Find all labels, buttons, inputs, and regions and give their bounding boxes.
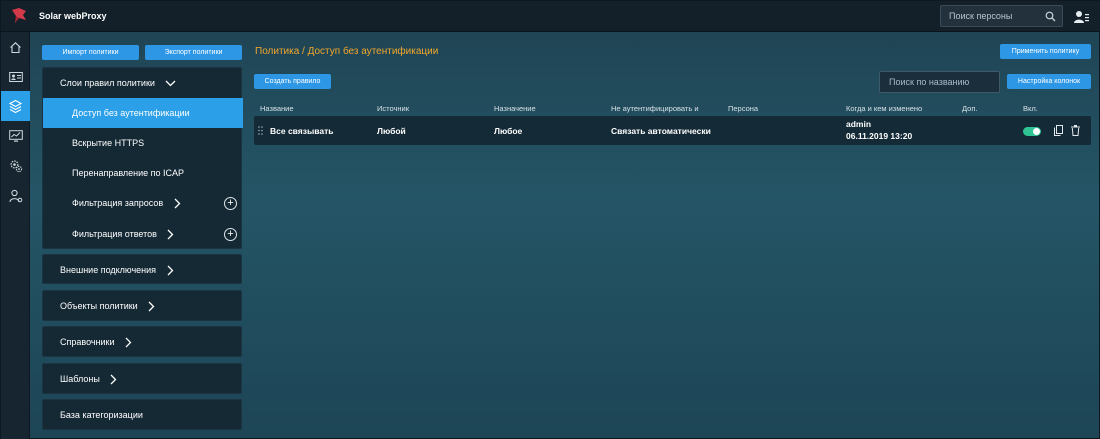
import-policy-button[interactable]: Импорт политики (42, 45, 139, 60)
gears-icon (9, 160, 22, 173)
rule-source: Любой (377, 126, 406, 136)
table-row[interactable]: Все связывать Любой Любое Связать автома… (254, 116, 1091, 145)
nav-rail (1, 32, 30, 439)
layers-header[interactable]: Слои правил политики (43, 68, 243, 98)
delete-icon[interactable] (1071, 125, 1080, 136)
rule-changed-by: admin (846, 119, 872, 129)
home-icon (10, 41, 21, 53)
monitor-chart-icon (8, 129, 23, 142)
app-title: Solar webProxy (39, 11, 107, 21)
column-header-name[interactable]: Название (260, 104, 294, 113)
app-window: Solar webProxy Поиск персоны Импорт поли… (0, 0, 1100, 439)
layer-item-https[interactable]: Вскрытие HTTPS (43, 128, 243, 158)
section-label: База категоризации (60, 410, 143, 420)
user-settings-icon (8, 189, 22, 203)
rule-destination: Любое (494, 126, 523, 136)
rail-persons[interactable] (1, 62, 30, 92)
export-policy-button[interactable]: Экспорт политики (145, 45, 242, 60)
rule-changed-at: 06.11.2019 13:20 (846, 131, 913, 141)
top-bar: Solar webProxy Поиск персоны (1, 1, 1100, 32)
column-header-persona[interactable]: Персона (728, 104, 758, 113)
rule-search-placeholder: Поиск по названию (889, 77, 970, 87)
app-logo-icon (12, 8, 26, 23)
column-header-extra[interactable]: Доп. (962, 104, 977, 113)
column-header-no-auth[interactable]: Не аутентифицировать и (611, 104, 699, 113)
rail-home[interactable] (1, 32, 30, 62)
layers-header-label: Слои правил политики (60, 78, 155, 88)
rail-settings[interactable] (1, 151, 30, 181)
section-templates[interactable]: Шаблоны (42, 363, 242, 394)
chevron-right-icon (125, 337, 132, 348)
drag-handle-icon[interactable] (258, 126, 263, 135)
search-icon[interactable] (1045, 11, 1056, 22)
layer-item-label: Вскрытие HTTPS (72, 138, 145, 148)
rule-name: Все связывать (270, 126, 334, 136)
person-search-input[interactable]: Поиск персоны (940, 5, 1063, 27)
section-label: Объекты политики (60, 301, 138, 311)
layer-item-icap[interactable]: Перенаправление по ICAP (43, 158, 243, 188)
copy-icon[interactable] (1054, 125, 1063, 136)
chevron-down-icon (165, 80, 176, 87)
section-row: Внешние подключения (43, 255, 243, 285)
add-request-filter-icon[interactable]: + (224, 197, 237, 210)
section-row: Объекты политики (43, 291, 243, 321)
section-label: Внешние подключения (60, 265, 157, 275)
layer-item-request-filter[interactable]: Фильтрация запросов + (43, 188, 243, 218)
layer-item-no-auth[interactable]: Доступ без аутентификации (43, 98, 243, 128)
rail-monitoring[interactable] (1, 121, 30, 151)
user-menu-icon[interactable] (1073, 9, 1089, 25)
layer-item-response-filter[interactable]: Фильтрация ответов + (43, 219, 243, 249)
breadcrumb: Политика / Доступ без аутентификации (255, 46, 439, 57)
chevron-right-icon (148, 301, 155, 312)
section-label: Шаблоны (60, 374, 100, 384)
section-row: База категоризации (43, 400, 243, 430)
create-rule-button[interactable]: Создать правило (254, 74, 331, 89)
chevron-right-icon (167, 265, 173, 276)
layer-item-label: Фильтрация ответов (72, 229, 157, 239)
section-row: Справочники (43, 327, 243, 357)
column-header-source[interactable]: Источник (377, 104, 409, 113)
rule-enabled-toggle[interactable] (1023, 127, 1041, 136)
rule-action: Связать автоматически (611, 126, 711, 136)
section-row: Шаблоны (43, 364, 243, 394)
rail-users[interactable] (1, 181, 30, 211)
chevron-right-icon (110, 374, 117, 385)
section-external-connections[interactable]: Внешние подключения (42, 254, 242, 284)
rule-search-input[interactable]: Поиск по названию (879, 71, 1000, 93)
policy-layers-panel: Слои правил политики Доступ без аутентиф… (42, 67, 243, 249)
id-card-icon (8, 72, 23, 82)
column-header-destination[interactable]: Назначение (494, 104, 536, 113)
section-categorization-db[interactable]: База категоризации (42, 399, 242, 430)
section-policy-objects[interactable]: Объекты политики (42, 290, 242, 321)
chevron-right-icon (167, 229, 174, 240)
layer-item-label: Доступ без аутентификации (72, 108, 190, 118)
person-search-placeholder: Поиск персоны (949, 11, 1013, 21)
apply-policy-button[interactable]: Применить политику (1000, 44, 1091, 59)
column-header-changed[interactable]: Когда и кем изменено (846, 104, 922, 113)
policy-icon (8, 99, 23, 113)
section-directories[interactable]: Справочники (42, 326, 242, 357)
rail-policy[interactable] (1, 91, 30, 121)
chevron-right-icon (174, 198, 181, 209)
add-response-filter-icon[interactable]: + (224, 228, 237, 241)
column-header-enabled[interactable]: Вкл. (1023, 104, 1038, 113)
column-settings-button[interactable]: Настройка колонок (1007, 74, 1091, 89)
layer-item-label: Перенаправление по ICAP (72, 168, 185, 178)
section-label: Справочники (60, 337, 115, 347)
layer-item-label: Фильтрация запросов (72, 198, 164, 208)
